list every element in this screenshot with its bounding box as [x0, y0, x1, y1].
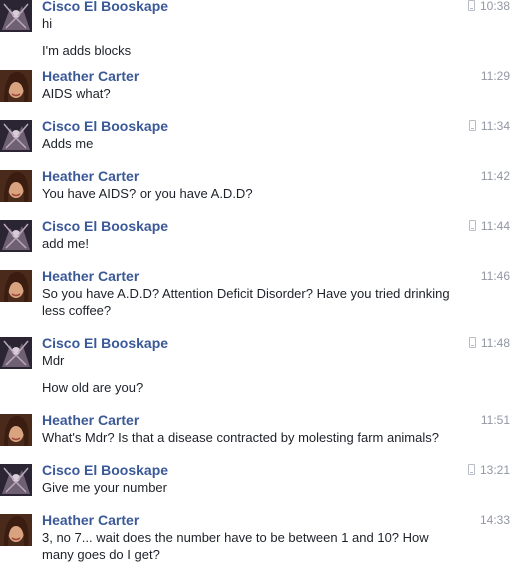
sender-name[interactable]: Cisco El Booskape [42, 214, 510, 235]
sender-name[interactable]: Heather Carter [42, 264, 510, 285]
avatar[interactable] [0, 0, 32, 32]
time-text: 11:42 [480, 169, 510, 183]
message-text: You have AIDS? or you have A.D.D? [42, 186, 253, 201]
message-timestamp: 11:51 [481, 411, 510, 429]
message-timestamp: 10:38 [467, 0, 510, 15]
sender-name[interactable]: Heather Carter [42, 508, 510, 529]
mobile-icon [468, 120, 476, 131]
message-timestamp: 11:48 [468, 334, 510, 352]
message-text: Adds me [42, 136, 94, 151]
avatar[interactable] [0, 70, 32, 102]
mobile-icon [467, 0, 475, 11]
mobile-icon [468, 337, 476, 348]
avatar[interactable] [0, 220, 32, 252]
sender-name[interactable]: Cisco El Booskape [42, 114, 510, 135]
message-text: Give me your number [42, 480, 167, 495]
message-timestamp: 14:33 [480, 511, 510, 529]
time-text: 11:29 [480, 69, 510, 83]
message-group: Heather Carter 14:33 3, no 7... wait doe… [0, 508, 510, 568]
message-thread: Cisco El Booskape 10:38 hi I'm adds bloc… [0, 0, 510, 568]
message-text: add me! [42, 236, 89, 251]
message-group: Cisco El Booskape 10:38 hi I'm adds bloc… [0, 0, 510, 64]
time-text: 11:51 [480, 413, 510, 427]
message-text: Mdr [42, 353, 65, 368]
message-group: Heather Carter 11:42 You have AIDS? or y… [0, 164, 510, 214]
time-text: 11:44 [480, 219, 510, 233]
message-text: So you have A.D.D? Attention Deficit Dis… [42, 286, 450, 318]
avatar[interactable] [0, 270, 32, 302]
time-text: 14:33 [479, 513, 510, 527]
sender-name[interactable]: Heather Carter [42, 164, 510, 185]
mobile-icon [468, 220, 476, 231]
avatar[interactable] [0, 464, 32, 496]
message-timestamp: 11:46 [481, 267, 510, 285]
message-group: Cisco El Booskape 11:44 add me! [0, 214, 510, 264]
time-text: 11:46 [480, 269, 510, 283]
message-group: Cisco El Booskape 11:34 Adds me [0, 114, 510, 164]
message-group: Heather Carter 11:46 So you have A.D.D? … [0, 264, 510, 331]
message-timestamp: 11:42 [481, 167, 510, 185]
message-timestamp: 11:44 [468, 217, 510, 235]
message-group: Cisco El Booskape 11:48 Mdr How old are … [0, 331, 510, 408]
time-text: 11:34 [480, 119, 510, 133]
message-timestamp: 13:21 [467, 461, 510, 479]
avatar[interactable] [0, 414, 32, 446]
time-text: 13:21 [479, 463, 510, 477]
message-timestamp: 11:29 [481, 67, 510, 85]
sender-name[interactable]: Cisco El Booskape [42, 331, 510, 352]
avatar[interactable] [0, 120, 32, 152]
message-text: 3, no 7... wait does the number have to … [42, 530, 429, 562]
message-group: Cisco El Booskape 13:21 Give me your num… [0, 458, 510, 508]
sender-name[interactable]: Heather Carter [42, 64, 510, 85]
message-text: hi [42, 16, 53, 31]
sender-name[interactable]: Cisco El Booskape [42, 0, 510, 15]
avatar[interactable] [0, 170, 32, 202]
message-text: How old are you? [42, 380, 144, 395]
message-text: AIDS what? [42, 86, 111, 101]
message-group: Heather Carter 11:51 What's Mdr? Is that… [0, 408, 510, 458]
message-group: Heather Carter 11:29 AIDS what? [0, 64, 510, 114]
time-text: 10:38 [479, 0, 510, 13]
message-text: I'm adds blocks [42, 43, 132, 58]
sender-name[interactable]: Heather Carter [42, 408, 510, 429]
message-timestamp: 11:34 [468, 117, 510, 135]
avatar[interactable] [0, 514, 32, 546]
time-text: 11:48 [480, 336, 510, 350]
avatar[interactable] [0, 337, 32, 369]
mobile-icon [467, 464, 475, 475]
sender-name[interactable]: Cisco El Booskape [42, 458, 510, 479]
message-text: What's Mdr? Is that a disease contracted… [42, 430, 439, 445]
